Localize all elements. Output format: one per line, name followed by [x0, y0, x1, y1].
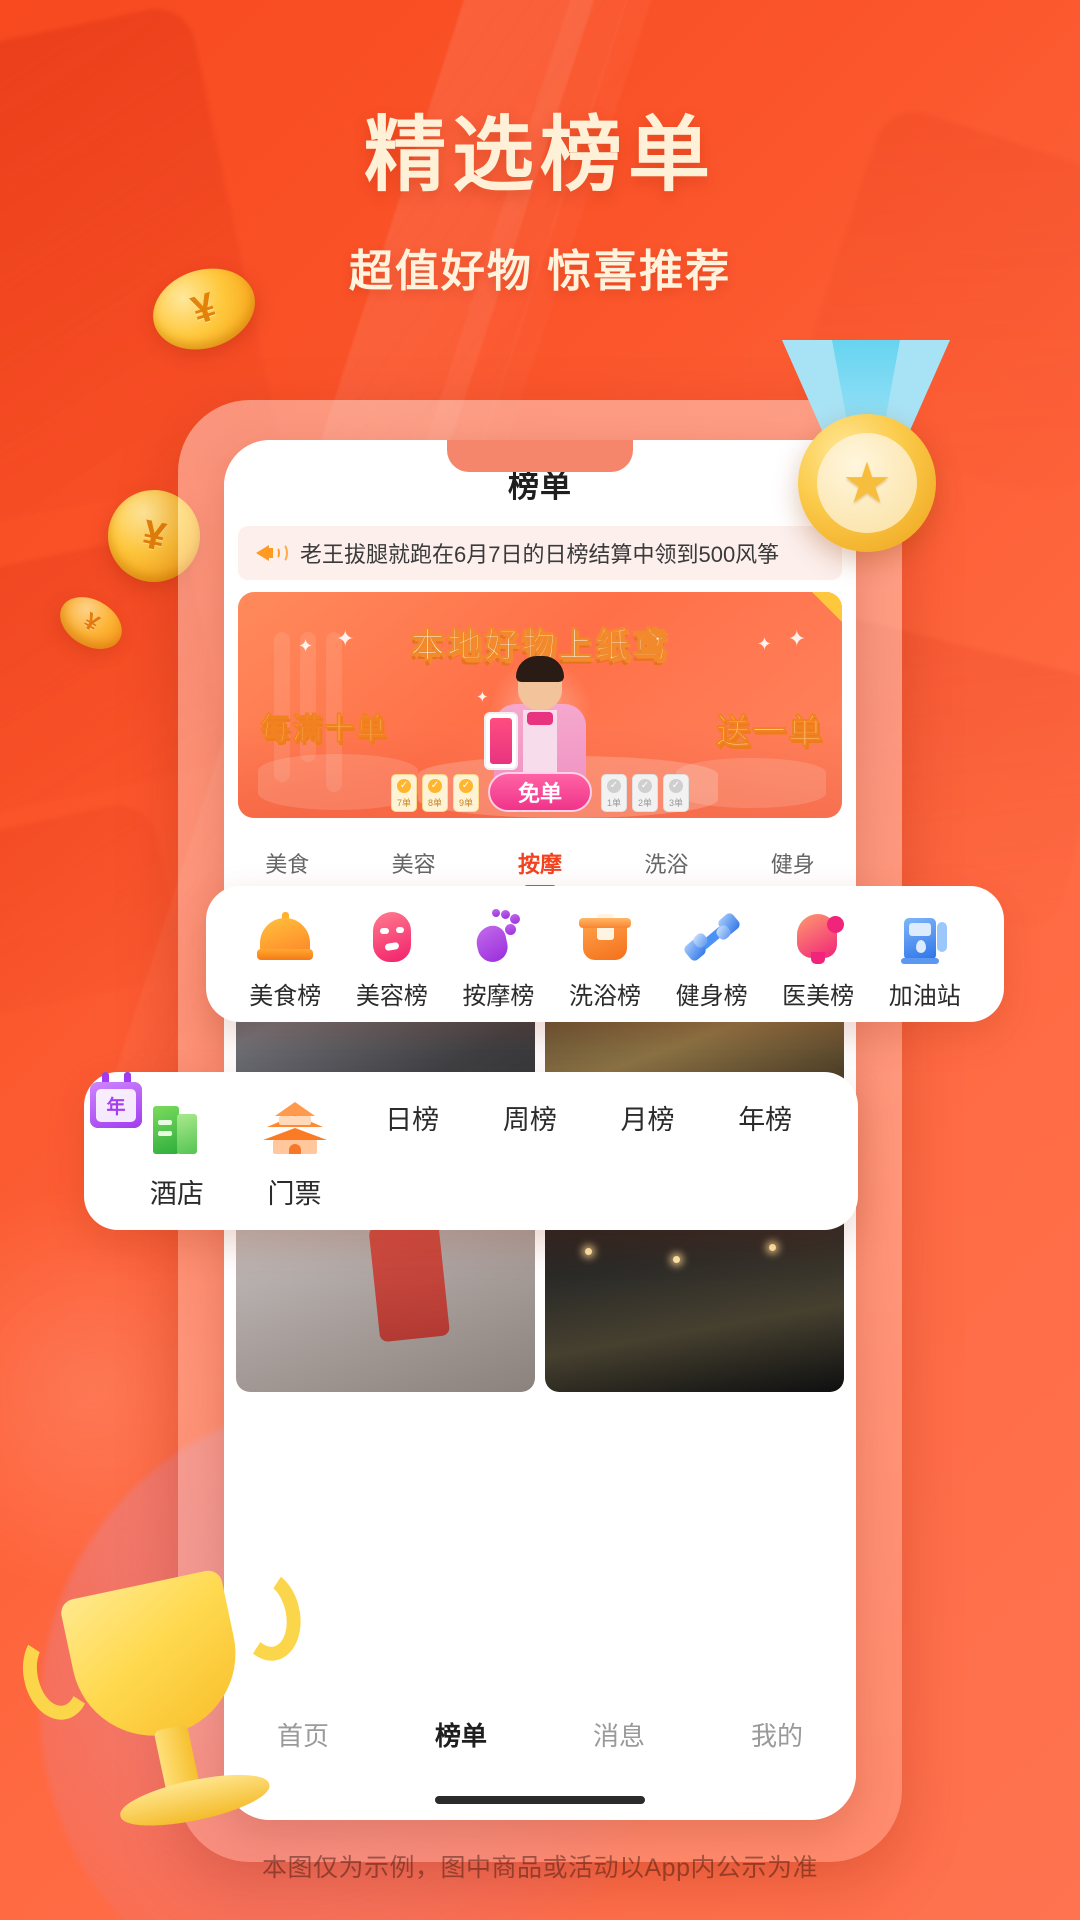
face-mask-icon — [363, 908, 421, 966]
gold-medal-icon: ★ — [770, 340, 962, 590]
hotel-building-icon — [145, 1098, 209, 1162]
tab-anmo-label: 按摩 — [517, 852, 562, 877]
category-label: 加油站 — [888, 983, 961, 1010]
nav-item-ranking[interactable]: 榜单 — [435, 1716, 487, 1753]
category-label: 按摩榜 — [462, 983, 535, 1010]
category-label: 健身榜 — [675, 983, 748, 1010]
category-item-menpiao[interactable]: 门票 — [236, 1098, 354, 1211]
category-label: 美食榜 — [249, 983, 322, 1010]
category-label: 洗浴榜 — [569, 983, 642, 1010]
ticket-stamp: ✓ 8单 — [422, 774, 448, 812]
category-label: 酒店 — [149, 1179, 204, 1209]
banner-ticket-row: ✓ 7单 ✓ 8单 ✓ 9单 免单 ✓ 1单 ✓ 2单 ✓ 3单 — [238, 772, 842, 812]
cloche-icon — [256, 908, 314, 966]
nav-item-messages[interactable]: 消息 — [593, 1716, 645, 1753]
ticket-label: 1单 — [606, 798, 621, 808]
footer-disclaimer: 本图仅为示例，图中商品或活动以App内公示为准 — [262, 1854, 818, 1882]
ticket-stamp: ✓ 7单 — [391, 774, 417, 812]
category-item-anmobang[interactable]: 按摩榜 — [445, 908, 552, 1011]
category-card-bottom: 酒店 门票 日 日榜 周 周榜 月 月榜 年 年榜 — [84, 1072, 858, 1230]
ticket-label: 9单 — [458, 798, 473, 808]
free-order-pill[interactable]: 免单 — [488, 772, 592, 812]
ticket-stamp: ✓ 1单 — [601, 774, 627, 812]
calendar-year-icon: 年 — [84, 1072, 148, 1136]
promo-banner[interactable]: ✦ ✦ ✦ ✦ ✦ 本地好物上纸鸢 每满十单 送一单 ✓ 7单 ✓ 8单 ✓ 9单 免… — [238, 592, 842, 818]
page-title: 精选榜单 — [363, 110, 716, 201]
home-indicator — [435, 1796, 645, 1804]
category-label: 月榜 — [620, 1105, 675, 1135]
banner-right-text: 送一单 — [716, 713, 824, 752]
star-icon: ★ — [841, 451, 893, 514]
category-item-jianshenbang[interactable]: 健身榜 — [658, 908, 765, 1011]
pagoda-ticket-icon — [262, 1098, 327, 1162]
tab-meirong[interactable]: 美容 — [392, 847, 436, 879]
page-subtitle: 超值好物 惊喜推荐 — [348, 247, 732, 296]
trophy-handle-right — [225, 1563, 309, 1668]
category-label: 日榜 — [385, 1105, 440, 1135]
trophy-cup — [58, 1568, 251, 1751]
calendar-glyph: 年 — [96, 1089, 136, 1122]
category-item-jiayouzhan[interactable]: 加油站 — [871, 908, 978, 1011]
nav-item-profile[interactable]: 我的 — [751, 1716, 803, 1753]
medal-disc: ★ — [798, 414, 936, 552]
tab-jianshen[interactable]: 健身 — [771, 847, 815, 879]
ticket-label: 3单 — [668, 798, 683, 808]
coin-glyph: ¥ — [138, 511, 170, 560]
ticket-label: 7单 — [396, 798, 411, 808]
ticket-stamp: ✓ 3单 — [663, 774, 689, 812]
category-label: 门票 — [267, 1179, 322, 1209]
category-label: 医美榜 — [782, 983, 855, 1010]
hero-section: 精选榜单 超值好物 惊喜推荐 — [0, 88, 1080, 299]
category-item-xiyubang[interactable]: 洗浴榜 — [552, 908, 659, 1011]
category-item-nianbang[interactable]: 年 年榜 — [90, 1072, 824, 1137]
banner-left-text: 每满十单 — [260, 713, 388, 747]
tab-anmo[interactable]: 按摩 — [517, 847, 562, 891]
notice-text: 老王拔腿就跑在6月7日的日榜结算中领到500风筝 — [300, 542, 780, 567]
category-card-top: 美食榜 美容榜 按摩榜 洗浴榜 健身榜 医美榜 加油站 — [206, 886, 1004, 1022]
category-label: 周榜 — [502, 1105, 557, 1135]
ticket-label: 2单 — [637, 798, 652, 808]
ticket-label: 8单 — [427, 798, 442, 808]
tab-xiyu[interactable]: 洗浴 — [644, 847, 688, 879]
notice-bar[interactable]: 老王拔腿就跑在6月7日的日榜结算中领到500风筝 — [238, 526, 842, 580]
gas-pump-icon — [896, 908, 954, 966]
ticket-stamp: ✓ 9单 — [453, 774, 479, 812]
lady-profile-icon — [789, 908, 847, 966]
category-item-meishibang[interactable]: 美食榜 — [232, 908, 339, 1011]
speaker-icon — [256, 540, 288, 566]
category-label: 美容榜 — [355, 983, 428, 1010]
banner-phone-prop — [484, 712, 518, 770]
category-item-meirongbang[interactable]: 美容榜 — [339, 908, 446, 1011]
ticket-stamp: ✓ 2单 — [632, 774, 658, 812]
category-tab-strip[interactable]: 美食 美容 按摩 洗浴 健身 — [224, 832, 856, 894]
category-item-ribang[interactable]: 日 日榜 — [90, 1072, 471, 1137]
coin-glyph: ¥ — [78, 607, 104, 638]
tab-meishi[interactable]: 美食 — [265, 847, 309, 879]
category-item-yuebang[interactable]: 月 月榜 — [90, 1072, 707, 1137]
medal-inner: ★ — [817, 433, 917, 533]
bath-tub-icon — [576, 908, 634, 966]
category-label: 年榜 — [738, 1105, 793, 1135]
phone-notch — [447, 440, 633, 472]
banner-corner-ribbon — [810, 592, 842, 624]
category-item-zhoubang[interactable]: 周 周榜 — [90, 1072, 589, 1137]
photo-subject — [367, 1192, 450, 1343]
footprint-icon — [469, 908, 527, 966]
dumbbell-icon — [681, 908, 742, 966]
category-item-yimeibang[interactable]: 医美榜 — [765, 908, 872, 1011]
